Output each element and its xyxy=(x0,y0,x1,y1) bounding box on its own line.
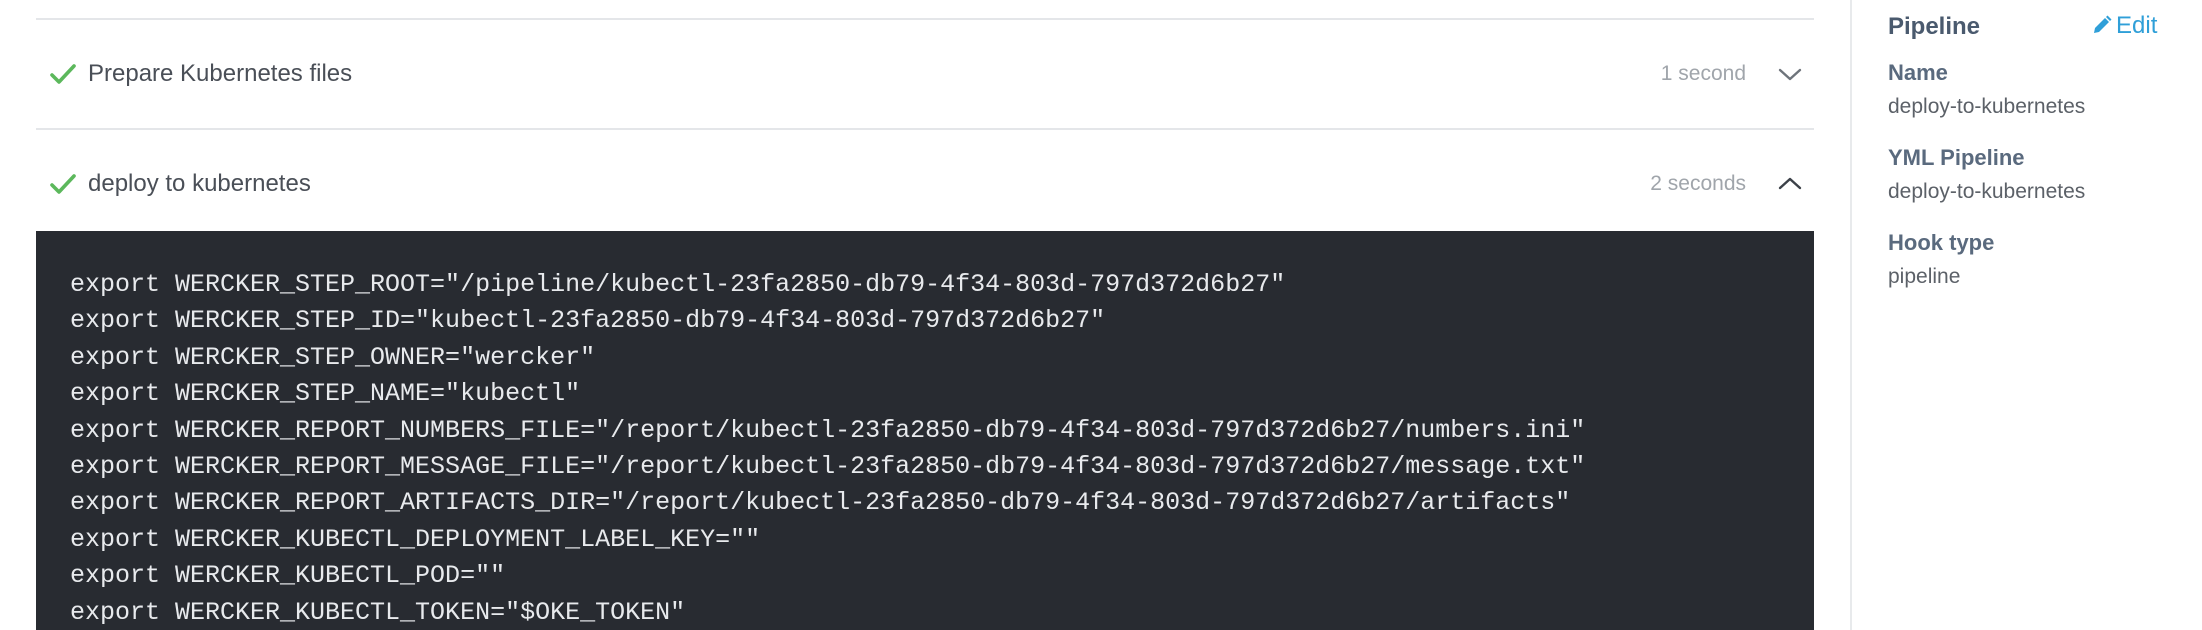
field-value-hook-type: pipeline xyxy=(1888,265,1961,288)
check-icon xyxy=(50,64,76,84)
step-duration: 1 second xyxy=(1660,62,1746,85)
field-value-yml-pipeline: deploy-to-kubernetes xyxy=(1888,180,2086,203)
log-line: export WERCKER_REPORT_ARTIFACTS_DIR="/re… xyxy=(70,488,1571,518)
edit-pipeline-link[interactable]: Edit xyxy=(2092,12,2157,40)
edit-label: Edit xyxy=(2116,12,2158,39)
field-label-yml-pipeline: YML Pipeline xyxy=(1888,145,2025,170)
log-line: export WERCKER_STEP_NAME="kubectl" xyxy=(70,379,581,409)
step-deploy-to-kubernetes[interactable]: deploy to kubernetes 2 seconds xyxy=(36,130,1814,238)
log-line: export WERCKER_REPORT_MESSAGE_FILE="/rep… xyxy=(70,451,1586,481)
check-icon xyxy=(50,174,76,194)
field-label-name: Name xyxy=(1888,60,1948,85)
build-page: Prepare Kubernetes files 1 second deploy… xyxy=(0,0,2202,630)
pipeline-sidebar: Pipeline Edit Name deploy-to-kubernetes … xyxy=(1850,0,2202,630)
chevron-down-icon[interactable] xyxy=(1778,67,1802,81)
field-label-hook-type: Hook type xyxy=(1888,230,1995,255)
step-prepare-kubernetes-files[interactable]: Prepare Kubernetes files 1 second xyxy=(36,20,1814,128)
log-line: export WERCKER_KUBECTL_DEPLOYMENT_LABEL_… xyxy=(70,524,761,554)
step-log-output[interactable]: export WERCKER_STEP_ROOT="/pipeline/kube… xyxy=(36,231,1814,630)
log-line: export WERCKER_STEP_OWNER="wercker" xyxy=(70,342,596,372)
sidebar-title: Pipeline xyxy=(1888,13,1981,40)
step-title: deploy to kubernetes xyxy=(88,170,311,197)
log-line: export WERCKER_REPORT_NUMBERS_FILE="/rep… xyxy=(70,415,1586,445)
build-steps: Prepare Kubernetes files 1 second deploy… xyxy=(0,0,1850,630)
log-line: export WERCKER_KUBECTL_POD="" xyxy=(70,561,506,591)
log-line: export WERCKER_KUBECTL_TOKEN="$OKE_TOKEN… xyxy=(70,597,686,627)
chevron-up-icon[interactable] xyxy=(1778,177,1802,191)
log-lines: export WERCKER_STEP_ROOT="/pipeline/kube… xyxy=(70,267,1585,630)
step-title: Prepare Kubernetes files xyxy=(88,60,353,87)
step-duration: 2 seconds xyxy=(1650,172,1746,195)
log-line: export WERCKER_STEP_ID="kubectl-23fa2850… xyxy=(70,306,1106,336)
field-value-name: deploy-to-kubernetes xyxy=(1888,95,2086,118)
log-line: export WERCKER_STEP_ROOT="/pipeline/kube… xyxy=(70,270,1286,299)
pencil-icon xyxy=(2094,15,2112,33)
